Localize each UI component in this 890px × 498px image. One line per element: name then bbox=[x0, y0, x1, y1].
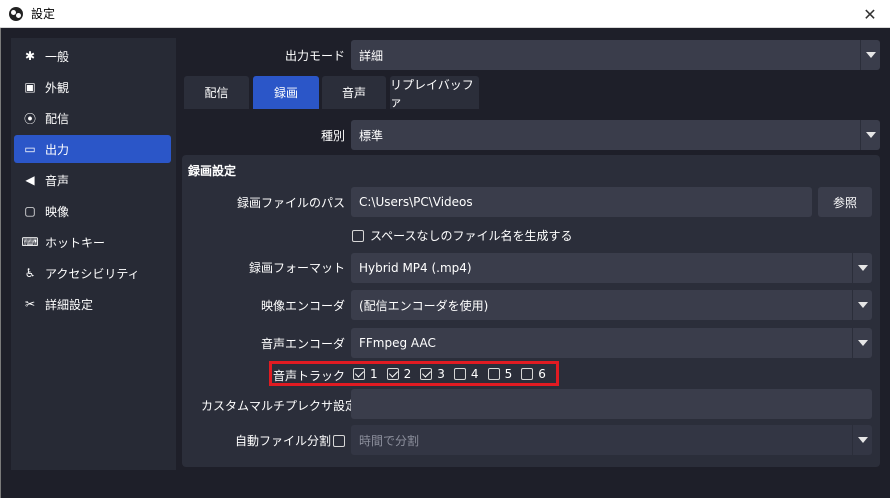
tools-icon: ✂ bbox=[24, 297, 36, 311]
sidebar: ✱ 一般 ▣ 外観 ⦿ 配信 ▭ 出力 ◀ 音声 ▢ 映像 ⌨ ホットキー ♿ bbox=[11, 38, 176, 470]
chevron-down-icon bbox=[852, 290, 872, 320]
tab-label: 音声 bbox=[341, 86, 366, 100]
browse-button-label: 参照 bbox=[832, 195, 857, 210]
chevron-down-icon bbox=[852, 253, 872, 283]
appearance-icon: ▣ bbox=[24, 80, 36, 94]
auto-split-label: 自動ファイル分割 bbox=[234, 434, 331, 448]
audio-encoder-select[interactable]: FFmpeg AAC bbox=[351, 328, 872, 358]
chevron-down-icon bbox=[852, 425, 872, 455]
output-icon: ▭ bbox=[24, 142, 36, 156]
nospace-checkbox[interactable] bbox=[352, 229, 364, 242]
browse-button[interactable]: 参照 bbox=[818, 187, 872, 217]
window-title: 設定 bbox=[31, 7, 56, 21]
sidebar-item-appearance[interactable]: ▣ 外観 bbox=[14, 73, 171, 101]
broadcast-icon: ⦿ bbox=[23, 111, 36, 126]
output-mode-value: 詳細 bbox=[359, 48, 384, 63]
chevron-down-icon bbox=[860, 40, 880, 70]
tab-recording[interactable]: 録画 bbox=[253, 76, 319, 109]
sidebar-item-audio[interactable]: ◀ 音声 bbox=[14, 166, 171, 194]
video-encoder-label: 映像エンコーダ bbox=[260, 299, 345, 313]
tab-label: リプレイバッファ bbox=[390, 77, 474, 109]
sidebar-item-stream[interactable]: ⦿ 配信 bbox=[14, 104, 171, 132]
type-select[interactable]: 標準 bbox=[351, 120, 880, 150]
settings-window: ✱ 一般 ▣ 外観 ⦿ 配信 ▭ 出力 ◀ 音声 ▢ 映像 ⌨ ホットキー ♿ bbox=[0, 28, 890, 498]
auto-split-option[interactable]: 自動ファイル分割 bbox=[201, 432, 345, 449]
keyboard-icon: ⌨ bbox=[21, 235, 39, 249]
auto-split-value: 時間で分割 bbox=[359, 433, 420, 448]
tab-replay-buffer[interactable]: リプレイバッファ bbox=[390, 76, 479, 109]
recording-path-input[interactable]: C:\Users\PC\Videos bbox=[351, 187, 812, 217]
gear-icon: ✱ bbox=[24, 49, 36, 63]
close-icon[interactable]: ✕ bbox=[850, 0, 890, 28]
tab-audio[interactable]: 音声 bbox=[322, 76, 386, 109]
sidebar-item-label: ホットキー bbox=[45, 235, 106, 250]
nospace-filename-option[interactable]: スペースなしのファイル名を生成する bbox=[352, 227, 573, 244]
video-encoder-select[interactable]: (配信エンコーダを使用) bbox=[351, 290, 872, 320]
title-bar: 設定 ✕ bbox=[0, 0, 890, 28]
sidebar-item-advanced[interactable]: ✂ 詳細設定 bbox=[14, 290, 171, 318]
recording-path-label: 録画ファイルのパス bbox=[236, 196, 345, 210]
recording-format-select[interactable]: Hybrid MP4 (.mp4) bbox=[351, 253, 872, 283]
tab-stream[interactable]: 配信 bbox=[184, 76, 249, 109]
sidebar-item-label: 音声 bbox=[45, 173, 70, 188]
sidebar-item-label: アクセシビリティ bbox=[45, 266, 140, 281]
nospace-label: スペースなしのファイル名を生成する bbox=[370, 229, 573, 243]
recording-format-value: Hybrid MP4 (.mp4) bbox=[359, 261, 472, 275]
sidebar-item-label: 出力 bbox=[45, 142, 70, 157]
video-encoder-value: (配信エンコーダを使用) bbox=[359, 298, 489, 313]
type-value: 標準 bbox=[359, 128, 384, 143]
tab-label: 録画 bbox=[273, 86, 298, 100]
sidebar-item-hotkeys[interactable]: ⌨ ホットキー bbox=[14, 228, 171, 256]
type-label: 種別 bbox=[320, 129, 345, 143]
custom-muxer-label: カスタムマルチプレクサ設定 bbox=[201, 399, 358, 413]
output-mode-label: 出力モード bbox=[284, 49, 345, 63]
recording-format-label: 録画フォーマット bbox=[248, 261, 345, 275]
chevron-down-icon bbox=[860, 120, 880, 150]
speaker-icon: ◀ bbox=[25, 173, 35, 187]
output-mode-select[interactable]: 詳細 bbox=[351, 40, 880, 70]
recording-path-value: C:\Users\PC\Videos bbox=[359, 195, 473, 209]
sidebar-item-label: 詳細設定 bbox=[45, 297, 94, 312]
tab-label: 配信 bbox=[204, 86, 229, 100]
sidebar-item-label: 一般 bbox=[45, 49, 70, 64]
chevron-down-icon bbox=[852, 328, 872, 358]
audio-encoder-value: FFmpeg AAC bbox=[359, 336, 436, 350]
sidebar-item-general[interactable]: ✱ 一般 bbox=[14, 42, 171, 70]
highlight-box bbox=[269, 361, 559, 386]
sidebar-item-label: 外観 bbox=[45, 80, 70, 95]
auto-split-select: 時間で分割 bbox=[351, 425, 872, 455]
sidebar-item-output[interactable]: ▭ 出力 bbox=[14, 135, 171, 163]
sidebar-item-video[interactable]: ▢ 映像 bbox=[14, 197, 171, 225]
monitor-icon: ▢ bbox=[24, 204, 36, 218]
auto-split-checkbox[interactable] bbox=[333, 434, 345, 447]
accessibility-icon: ♿ bbox=[24, 266, 36, 280]
sidebar-item-accessibility[interactable]: ♿ アクセシビリティ bbox=[14, 259, 171, 287]
sidebar-item-label: 映像 bbox=[45, 204, 70, 219]
obs-logo-icon bbox=[9, 6, 23, 21]
audio-encoder-label: 音声エンコーダ bbox=[260, 337, 345, 351]
section-title: 録画設定 bbox=[188, 164, 237, 178]
sidebar-item-label: 配信 bbox=[45, 111, 70, 126]
custom-muxer-input[interactable] bbox=[351, 389, 872, 419]
